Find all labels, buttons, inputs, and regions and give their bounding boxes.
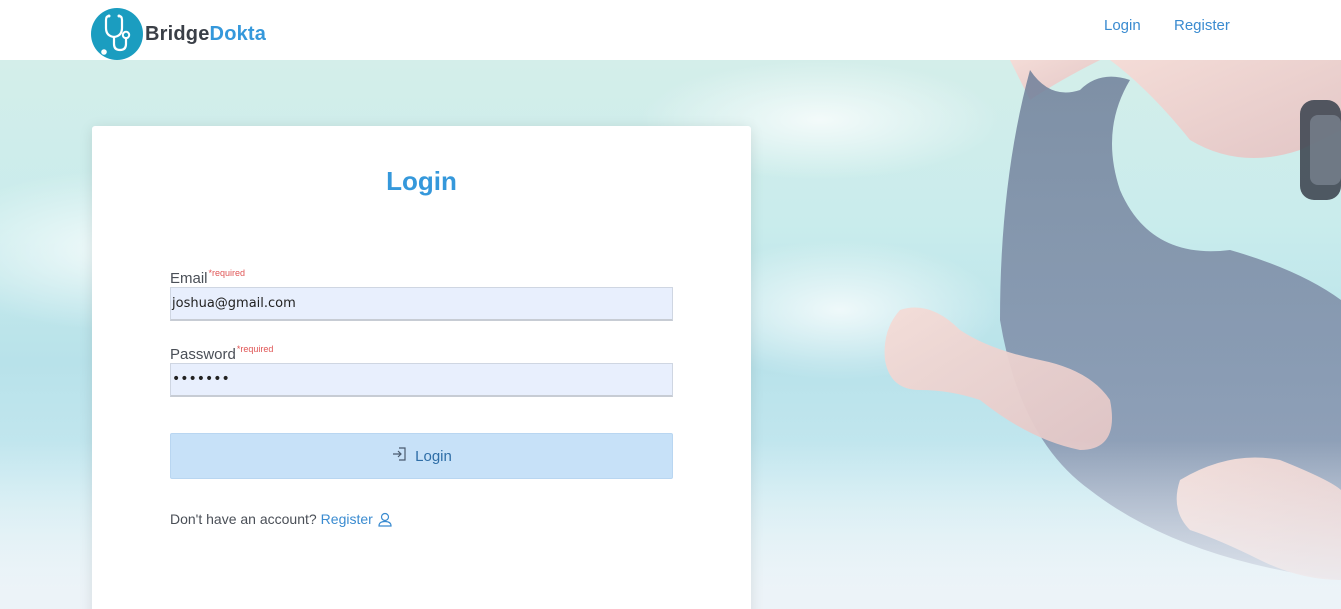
register-prompt: Don't have an account? Register <box>170 511 392 527</box>
top-navbar: BridgeDokta Login Register <box>0 0 1341 60</box>
brand-name-part2: Dokta <box>209 22 267 45</box>
register-link[interactable]: Register <box>321 511 373 527</box>
login-title: Login <box>386 166 457 196</box>
login-button-label: Login <box>415 447 452 465</box>
sign-in-icon <box>391 446 407 467</box>
user-icon[interactable] <box>378 512 392 527</box>
register-prompt-text: Don't have an account? <box>170 511 317 527</box>
email-input-value: joshua@gmail.com <box>172 296 296 311</box>
password-required-tag: *required <box>236 344 274 354</box>
nav-login-link[interactable]: Login <box>1104 17 1141 34</box>
nav-register-link[interactable]: Register <box>1174 17 1230 34</box>
brand-name-part1: Bridge <box>145 22 210 45</box>
password-label: Password*required <box>170 344 273 363</box>
email-label-text: Email <box>170 270 208 287</box>
email-required-tag: *required <box>208 268 246 278</box>
login-button[interactable]: Login <box>170 433 673 479</box>
email-label: Email*required <box>170 268 245 287</box>
email-input[interactable]: joshua@gmail.com <box>170 287 673 321</box>
brand-name: BridgeDokta <box>145 23 266 46</box>
stethoscope-icon <box>91 8 143 60</box>
login-card: Login Email*required joshua@gmail.com Pa… <box>92 126 751 609</box>
password-input-value: ••••••• <box>172 371 230 387</box>
password-label-text: Password <box>170 346 236 363</box>
brand-logo[interactable]: BridgeDokta <box>91 8 266 60</box>
password-input[interactable]: ••••••• <box>170 363 673 397</box>
